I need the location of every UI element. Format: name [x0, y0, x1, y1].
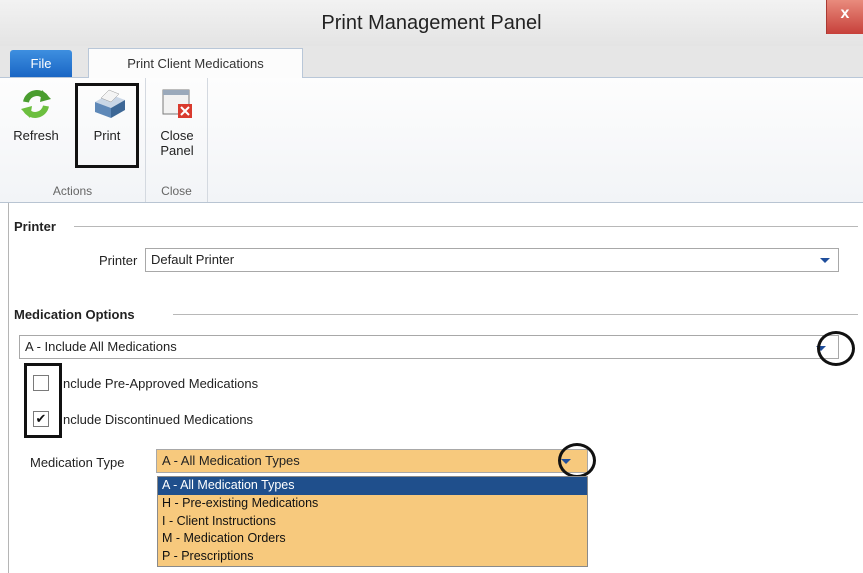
- close-window-button[interactable]: x: [826, 0, 863, 34]
- medication-type-select[interactable]: A - All Medication Types: [156, 449, 588, 473]
- dropdown-option-medication-orders[interactable]: M - Medication Orders: [158, 530, 587, 548]
- dropdown-option-prescriptions[interactable]: P - Prescriptions: [158, 548, 587, 566]
- include-dropdown-circle-annotation: [817, 331, 855, 366]
- printer-select[interactable]: Default Printer: [145, 248, 839, 272]
- dropdown-option-pre-existing[interactable]: H - Pre-existing Medications: [158, 495, 587, 513]
- chevron-down-icon[interactable]: [820, 258, 830, 263]
- group-label-actions: Actions: [52, 184, 93, 198]
- ribbon-tab-strip: File Print Client Medications: [0, 46, 863, 79]
- close-panel-label-1: Close: [160, 128, 194, 143]
- tab-print-client-medications[interactable]: Print Client Medications: [88, 48, 303, 79]
- medication-options-header: Medication Options: [14, 307, 135, 322]
- print-button-highlight: [75, 83, 139, 168]
- close-panel-label-2: Panel: [160, 143, 194, 158]
- medication-options-line: [173, 314, 858, 315]
- include-medications-value: A - Include All Medications: [25, 339, 177, 354]
- printer-section-header: Printer: [14, 219, 56, 234]
- group-label-close: Close: [161, 184, 192, 198]
- panel-left-border: [8, 203, 9, 573]
- dropdown-option-all[interactable]: A - All Medication Types: [158, 477, 587, 495]
- medication-type-value: A - All Medication Types: [162, 453, 300, 468]
- refresh-label: Refresh: [13, 128, 59, 143]
- discontinued-label: nclude Discontinued Medications: [63, 412, 254, 427]
- tab-file[interactable]: File: [10, 50, 72, 77]
- close-panel-icon: [159, 86, 195, 122]
- medication-type-label: Medication Type: [30, 455, 125, 470]
- medication-type-dropdown-list: A - All Medication Types H - Pre-existin…: [157, 476, 588, 567]
- dropdown-option-client-instructions[interactable]: I - Client Instructions: [158, 513, 587, 531]
- refresh-icon: [18, 86, 54, 122]
- refresh-button[interactable]: Refresh: [4, 86, 68, 143]
- printer-section-line: [74, 226, 858, 227]
- checkboxes-highlight-annotation: [24, 363, 62, 438]
- medication-type-circle-annotation: [558, 443, 596, 478]
- title-bar: Print Management Panel x: [0, 0, 863, 46]
- window-title: Print Management Panel: [321, 12, 542, 34]
- close-panel-button[interactable]: Close Panel: [150, 86, 204, 158]
- printer-select-value: Default Printer: [151, 252, 235, 267]
- ribbon-group-close: Close Panel Close: [146, 78, 208, 202]
- pre-approved-label: nclude Pre-Approved Medications: [63, 376, 259, 391]
- printer-label: Printer: [99, 253, 138, 268]
- include-medications-select[interactable]: A - Include All Medications: [19, 335, 839, 359]
